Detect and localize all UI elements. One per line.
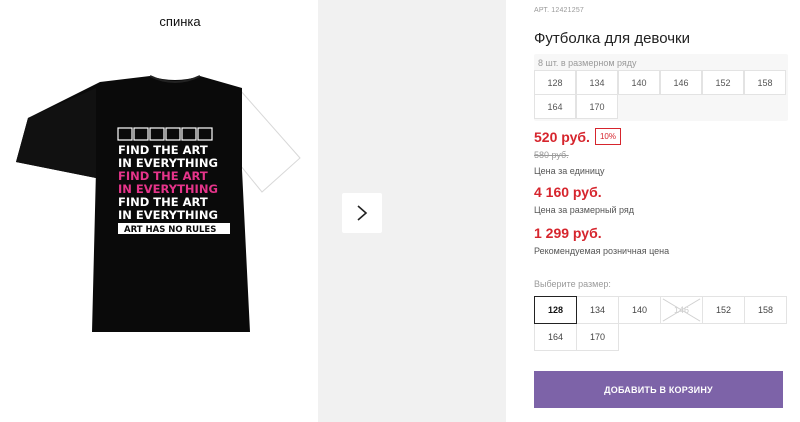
main-product-photo[interactable]: FIND THE ART IN EVERYTHING FIND THE ART … — [0, 0, 320, 422]
article-label: АРТ. — [534, 7, 550, 14]
size-row-cell: 140 — [618, 70, 660, 95]
size-row-price-note: Цена за размерный ряд — [534, 205, 635, 215]
size-selector: 128 134 140 146 152 158 164 170 — [534, 296, 787, 351]
retail-price: 1 299 руб. — [534, 225, 602, 241]
size-option-134[interactable]: 134 — [576, 296, 619, 324]
size-option-label: 146 — [673, 305, 690, 315]
size-row-cell: 128 — [534, 70, 576, 95]
tshirt-back-image: FIND THE ART IN EVERYTHING FIND THE ART … — [16, 75, 301, 332]
next-photo-button[interactable] — [342, 193, 382, 233]
article-number: АРТ. 12421257 — [534, 7, 584, 14]
product-details-panel: АРТ. 12421257 Футболка для девочки 8 шт. … — [534, 0, 800, 422]
size-row-cell: 158 — [744, 70, 786, 95]
print-line-4: IN EVERYTHING — [118, 182, 218, 196]
add-to-cart-button[interactable]: ДОБАВИТЬ В КОРЗИНУ — [534, 371, 783, 408]
size-option-170[interactable]: 170 — [576, 323, 619, 351]
unit-price-row: 520 руб. 10% — [534, 128, 621, 145]
discount-badge: 10% — [594, 128, 621, 145]
size-option-158[interactable]: 158 — [744, 296, 787, 324]
size-row-cell: 170 — [576, 94, 618, 119]
size-option-146-unavailable: 146 — [660, 296, 703, 324]
unit-price-note: Цена за единицу — [534, 166, 605, 176]
chevron-right-icon — [357, 205, 368, 221]
size-option-152[interactable]: 152 — [702, 296, 745, 324]
product-gallery: FIND THE ART IN EVERYTHING FIND THE ART … — [0, 0, 510, 422]
size-row-cell: 164 — [534, 94, 576, 119]
unit-price: 520 руб. — [534, 128, 590, 145]
size-option-164[interactable]: 164 — [534, 323, 577, 351]
size-option-140[interactable]: 140 — [618, 296, 661, 324]
print-line-3: FIND THE ART — [118, 169, 208, 183]
size-row-cell: 134 — [576, 70, 618, 95]
print-line-5: FIND THE ART — [118, 195, 208, 209]
photo-caption: спинка — [159, 14, 201, 29]
size-row-cell: 146 — [660, 70, 702, 95]
size-row-price: 4 160 руб. — [534, 184, 602, 200]
size-row-grid: 128 134 140 146 152 158 164 170 — [534, 70, 786, 119]
retail-price-note: Рекомендуемая розничная цена — [534, 246, 670, 256]
size-row-label: 8 шт. в размерном ряду — [538, 58, 637, 68]
print-line-6: IN EVERYTHING — [118, 208, 218, 222]
product-title: Футболка для девочки — [534, 30, 690, 47]
old-price: 580 руб. — [534, 150, 569, 160]
print-line-2: IN EVERYTHING — [118, 156, 218, 170]
article-value: 12421257 — [551, 7, 585, 14]
print-line-1: FIND THE ART — [118, 143, 208, 157]
size-row-box: 8 шт. в размерном ряду 128 134 140 146 1… — [534, 54, 788, 121]
print-line-7: ART HAS NO RULES — [124, 225, 216, 235]
size-option-128[interactable]: 128 — [534, 296, 577, 324]
size-row-cell: 152 — [702, 70, 744, 95]
choose-size-label: Выберите размер: — [534, 279, 611, 289]
